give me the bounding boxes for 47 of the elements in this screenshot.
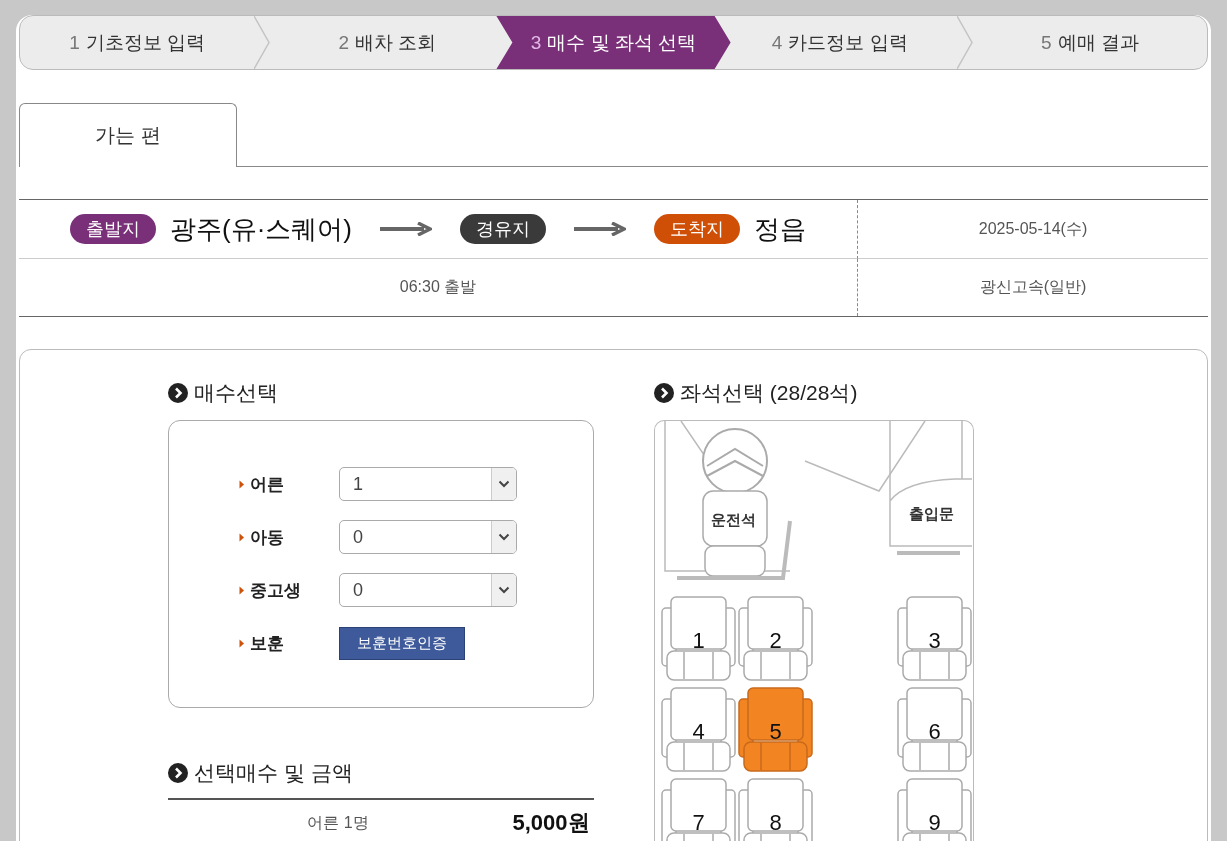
- step-indicator: 2 배차 조회: [337, 30, 438, 55]
- ticket-type-label: 보훈: [250, 632, 284, 655]
- tab[interactable]: 가는 편: [19, 103, 237, 167]
- chevron-icon: [239, 479, 245, 489]
- route-badge: 경유지: [460, 214, 546, 244]
- route-badge: 도착지: [654, 214, 740, 244]
- caret-icon: [498, 586, 510, 594]
- count-select[interactable]: 1: [339, 467, 517, 501]
- chevron-circle-icon: [654, 383, 674, 403]
- chevron-icon: [239, 585, 245, 595]
- fare-label: 어른 1명: [306, 812, 370, 833]
- arrow-icon: [380, 222, 432, 236]
- ticket-type-label: 어른: [250, 473, 284, 496]
- step-indicator: 3 매수 및 좌석 선택: [496, 16, 731, 69]
- seat[interactable]: 3: [897, 596, 972, 681]
- fare-amount: 5,000원: [511, 809, 591, 837]
- bus-company: 광신고속(일반): [979, 277, 1087, 297]
- seat[interactable]: 2: [738, 596, 813, 681]
- arrow-icon: [574, 222, 626, 236]
- step-indicator: 5 예매 결과: [1040, 30, 1140, 55]
- departure-place: 광주(유·스퀘어): [170, 212, 352, 246]
- door-label: 출입문: [909, 505, 954, 524]
- section-title: 선택매수 및 금액: [194, 760, 353, 786]
- step-indicator: 1 기초정보 입력: [68, 30, 207, 55]
- section-title: 좌석선택 (28/28석): [680, 380, 858, 406]
- section-title: 매수선택: [194, 380, 278, 406]
- seat[interactable]: 1: [661, 596, 736, 681]
- verify-button[interactable]: 보훈번호인증: [339, 626, 465, 660]
- ticket-type-label: 아동: [250, 526, 284, 549]
- chevron-circle-icon: [168, 383, 188, 403]
- caret-icon: [498, 533, 510, 541]
- seat[interactable]: 5: [738, 687, 813, 772]
- count-select[interactable]: 0: [339, 573, 517, 607]
- departure-date: 2025-05-14(수): [978, 218, 1088, 239]
- chevron-circle-icon: [168, 763, 188, 783]
- count-select[interactable]: 0: [339, 520, 517, 554]
- arrival-place: 정읍: [754, 212, 806, 246]
- seat[interactable]: 4: [661, 687, 736, 772]
- ticket-type-label: 중고생: [250, 579, 301, 602]
- departure-time: 06:30 출발: [399, 277, 477, 297]
- step-indicator: 4 카드정보 입력: [770, 30, 909, 55]
- seat[interactable]: 6: [897, 687, 972, 772]
- caret-icon: [498, 480, 510, 488]
- chevron-icon: [239, 532, 245, 542]
- route-badge: 출발지: [70, 214, 156, 244]
- driver-seat-label: 운전석: [711, 511, 756, 530]
- chevron-icon: [239, 638, 245, 648]
